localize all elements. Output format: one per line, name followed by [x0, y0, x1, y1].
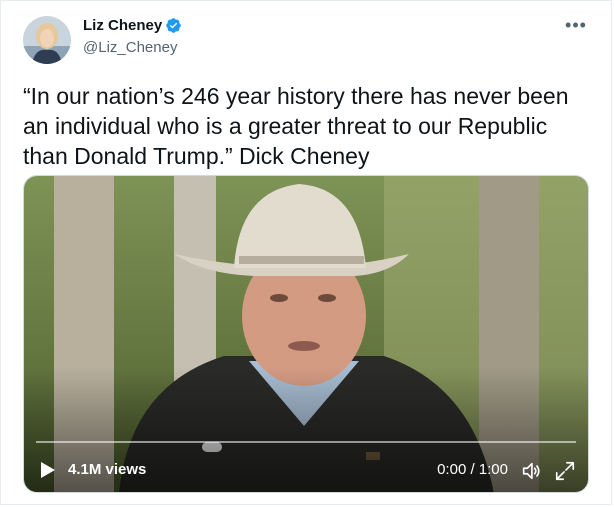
view-count: 4.1M views — [68, 461, 147, 478]
more-options-button[interactable]: ••• — [563, 15, 589, 35]
volume-icon[interactable] — [520, 460, 542, 482]
verified-badge-icon — [166, 18, 181, 33]
fullscreen-icon[interactable] — [554, 460, 576, 482]
video-controls: 4.1M views 0:00 / 1:00 — [24, 448, 588, 492]
video-progress-bar[interactable] — [36, 441, 576, 443]
video-frame — [24, 176, 588, 492]
video-time: 0:00 / 1:00 — [437, 461, 508, 478]
more-options-icon: ••• — [565, 15, 587, 35]
avatar[interactable] — [23, 16, 71, 64]
author-handle[interactable]: @Liz_Cheney — [83, 39, 177, 56]
tweet-card[interactable]: Liz Cheney @Liz_Cheney ••• “In our natio… — [0, 0, 612, 505]
play-icon[interactable] — [38, 461, 56, 479]
video-player[interactable]: 4.1M views 0:00 / 1:00 — [23, 175, 589, 493]
display-name[interactable]: Liz Cheney — [83, 17, 162, 34]
avatar-image — [23, 16, 71, 64]
author-name-row: Liz Cheney — [83, 17, 182, 34]
tweet-text: “In our nation’s 246 year history there … — [23, 83, 575, 169]
